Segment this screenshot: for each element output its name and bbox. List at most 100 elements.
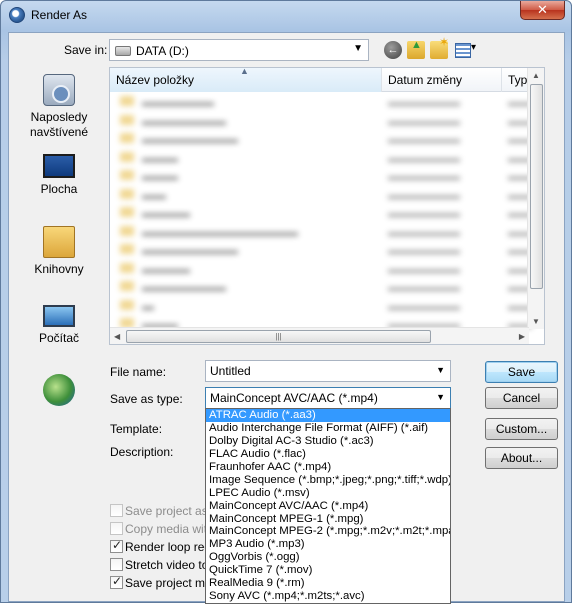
chevron-down-icon[interactable]: ▼: [436, 365, 445, 375]
place-desktop[interactable]: Plocha: [13, 150, 105, 197]
folder-row[interactable]: ▬▬▬▬ ▬▬▬▬▬▬ ▬▬: [110, 203, 544, 222]
file-rows: ▬▬▬▬▬▬ ▬▬▬▬▬▬ ▬▬ ▬▬▬▬▬▬▬ ▬▬▬▬▬▬ ▬▬ ▬▬▬▬▬▬▬▬ ▬…: [110, 92, 544, 333]
network-icon: [43, 374, 75, 406]
description-label: Description:: [110, 445, 174, 459]
folder-row[interactable]: ▬▬▬▬ ▬▬▬▬▬▬ ▬▬: [110, 259, 544, 278]
folder-row[interactable]: ▬▬▬▬▬▬▬▬ ▬▬▬▬▬▬ ▬▬: [110, 129, 544, 148]
dropdown-option[interactable]: MainConcept AVC/AAC (*.mp4): [206, 500, 450, 513]
place-libraries[interactable]: Knihovny: [13, 226, 105, 277]
folder-row[interactable]: ▬▬▬▬▬▬▬▬ ▬▬▬▬▬▬ ▬▬: [110, 240, 544, 259]
dropdown-option[interactable]: MainConcept MPEG-2 (*.mpg;*.m2v;*.m2t;*.…: [206, 525, 450, 538]
checkbox-box[interactable]: [110, 522, 123, 535]
checkbox-box[interactable]: [110, 558, 123, 571]
place-computer[interactable]: Počítač: [13, 300, 105, 346]
scroll-left-icon[interactable]: ◀: [114, 332, 120, 341]
checkbox-label: Stretch video to fill output frame size: [125, 558, 205, 572]
scroll-down-icon[interactable]: ▼: [532, 317, 540, 326]
dropdown-option[interactable]: ATRAC Audio (*.aa3): [206, 409, 450, 422]
scroll-right-icon[interactable]: ▶: [519, 332, 525, 341]
about-button[interactable]: About...: [485, 447, 558, 469]
dropdown-option[interactable]: Dolby Digital AC-3 Studio (*.ac3): [206, 435, 450, 448]
up-folder-icon[interactable]: [407, 39, 425, 59]
scroll-up-icon[interactable]: ▲: [532, 71, 540, 80]
folder-row[interactable]: ▬▬▬ ▬▬▬▬▬▬ ▬▬: [110, 166, 544, 185]
app-icon: [9, 7, 25, 23]
folder-icon: [120, 262, 134, 273]
place-network[interactable]: [13, 374, 105, 406]
close-button[interactable]: ✕: [520, 1, 565, 20]
checkbox-box[interactable]: [110, 538, 123, 553]
dropdown-option[interactable]: RealMedia 9 (*.rm): [206, 577, 450, 590]
dropdown-option[interactable]: FLAC Audio (*.flac): [206, 448, 450, 461]
column-header-date[interactable]: Datum změny: [382, 68, 502, 92]
dialog-title: Render As: [31, 8, 88, 22]
file-name-input[interactable]: Untitled ▼: [205, 360, 451, 382]
place-label: Plocha: [40, 182, 78, 196]
dropdown-option[interactable]: OggVorbis (*.ogg): [206, 551, 450, 564]
dropdown-option[interactable]: Audio Interchange File Format (AIFF) (*.…: [206, 422, 450, 435]
vertical-scrollbar[interactable]: ▲ ▼: [527, 68, 544, 329]
folder-icon: [120, 114, 134, 125]
dropdown-option[interactable]: Image Sequence (*.bmp;*.jpeg;*.png;*.tif…: [206, 474, 450, 487]
custom-button[interactable]: Custom...: [485, 418, 558, 440]
place-recent[interactable]: Naposledy navštívené: [13, 74, 105, 140]
checkbox-box[interactable]: [110, 504, 123, 517]
file-list-header: ▲ Název položky Datum změny Typ: [110, 68, 544, 92]
folder-icon: [120, 151, 134, 162]
folder-icon: [120, 299, 134, 310]
chevron-down-icon: ▼: [353, 43, 363, 54]
template-label: Template:: [110, 422, 163, 436]
save-in-label: Save in:: [64, 43, 108, 57]
dropdown-option[interactable]: Fraunhofer AAC (*.mp4): [206, 461, 450, 474]
checkbox-box[interactable]: [110, 574, 123, 589]
folder-row[interactable]: ▬▬▬▬▬▬▬ ▬▬▬▬▬▬ ▬▬: [110, 111, 544, 130]
checkbox-label: Save project markers in media file: [125, 576, 205, 590]
dropdown-option[interactable]: MP3 Audio (*.mp3): [206, 538, 450, 551]
dropdown-option[interactable]: QuickTime 7 (*.mov): [206, 564, 450, 577]
folder-icon: [120, 207, 134, 217]
horizontal-scroll-thumb[interactable]: |||: [126, 330, 431, 343]
column-label: Název položky: [116, 73, 195, 87]
dropdown-option[interactable]: Sony AVC (*.mp4;*.m2ts;*.avc): [206, 590, 450, 603]
computer-icon: [43, 305, 75, 327]
save-button[interactable]: Save: [485, 361, 558, 383]
save-as-type-label: Save as type:: [110, 392, 183, 406]
folder-icon: [120, 244, 134, 254]
save-as-type-value: MainConcept AVC/AAC (*.mp4): [210, 391, 378, 405]
folder-row[interactable]: ▬▬▬ ▬▬▬▬▬▬ ▬▬: [110, 148, 544, 167]
folder-icon: [120, 170, 134, 180]
sort-ascending-icon: ▲: [240, 67, 249, 76]
views-menu-icon[interactable]: [455, 41, 479, 59]
chevron-down-icon[interactable]: ▼: [436, 392, 445, 402]
folder-row[interactable]: ▬ ▬▬▬▬▬▬ ▬▬: [110, 296, 544, 315]
title-bar[interactable]: Render As ✕: [1, 1, 571, 29]
folder-row[interactable]: ▬▬▬▬▬▬▬▬▬▬▬▬▬ ▬▬▬▬▬▬ ▬▬: [110, 222, 544, 241]
libraries-icon: [43, 226, 75, 258]
file-name-label: File name:: [110, 365, 167, 379]
dropdown-option[interactable]: MainConcept MPEG-1 (*.mpg): [206, 513, 450, 526]
desktop-icon: [43, 154, 75, 178]
back-icon[interactable]: ←: [384, 41, 402, 59]
folder-icon: [120, 225, 134, 236]
places-bar: Naposledy navštívené Plocha Knihovny Poč…: [13, 68, 105, 406]
vertical-scroll-thumb[interactable]: [530, 84, 543, 289]
file-list[interactable]: ▲ Název položky Datum změny Typ ▬▬▬▬▬▬ ▬▬…: [109, 67, 545, 345]
dropdown-option[interactable]: LPEC Audio (*.msv): [206, 487, 450, 500]
render-as-dialog: Render As ✕ Save in: DATA (D:) ▼ ← Napos…: [0, 0, 572, 604]
place-label: Počítač: [38, 331, 80, 345]
drive-icon: [115, 46, 131, 56]
checkbox-label: Render loop region only: [125, 540, 205, 554]
save-in-combo[interactable]: DATA (D:) ▼: [109, 39, 369, 61]
folder-row[interactable]: ▬▬▬▬▬▬ ▬▬▬▬▬▬ ▬▬: [110, 92, 544, 111]
save-as-type-dropdown-list[interactable]: ATRAC Audio (*.aa3) Audio Interchange Fi…: [205, 408, 451, 604]
cancel-button[interactable]: Cancel: [485, 387, 558, 409]
place-label: Knihovny: [34, 262, 84, 276]
horizontal-scrollbar[interactable]: ◀ ||| ▶: [110, 327, 529, 344]
save-as-type-select[interactable]: MainConcept AVC/AAC (*.mp4) ▼: [205, 387, 451, 409]
place-label: Naposledy navštívené: [29, 110, 89, 139]
column-header-name[interactable]: ▲ Název položky: [110, 68, 382, 92]
folder-icon: [120, 188, 134, 199]
new-folder-icon[interactable]: [430, 35, 449, 59]
folder-row[interactable]: ▬▬ ▬▬▬▬▬▬ ▬▬: [110, 185, 544, 204]
folder-row[interactable]: ▬▬▬▬▬▬▬ ▬▬▬▬▬▬ ▬▬: [110, 277, 544, 296]
